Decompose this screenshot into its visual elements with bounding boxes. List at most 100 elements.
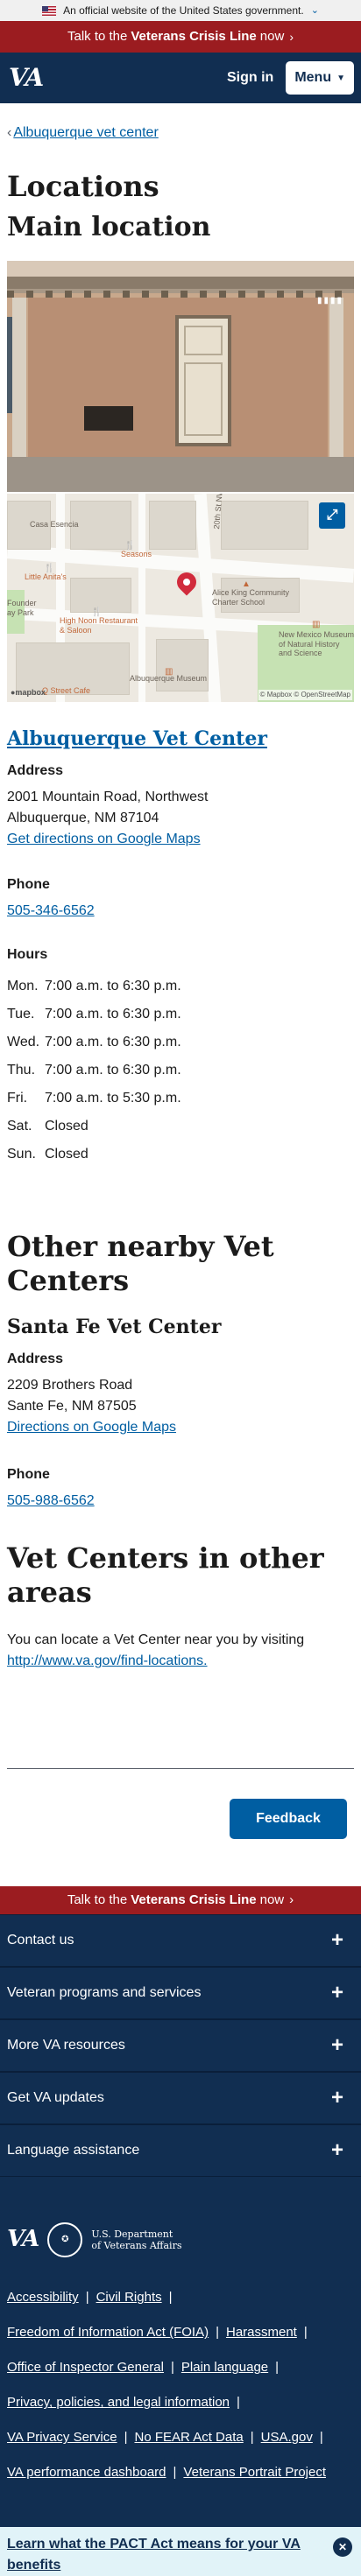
hours-time: Closed bbox=[45, 1147, 88, 1162]
pact-act-banner: Learn what the PACT Act means for your V… bbox=[0, 2526, 361, 2576]
nearby-center-name: Santa Fe Vet Center bbox=[7, 1316, 222, 1339]
civil-rights-link[interactable]: Civil Rights bbox=[96, 2291, 162, 2304]
main-location-heading: Main location bbox=[7, 212, 211, 243]
hours-day: Fri. bbox=[7, 1091, 28, 1106]
menu-button[interactable]: Menu ▼ bbox=[286, 61, 354, 95]
hours-day: Thu. bbox=[7, 1063, 36, 1078]
nearby-directions-link[interactable]: Directions on Google Maps bbox=[7, 1420, 176, 1435]
crisis-pre: Talk to the bbox=[67, 28, 128, 44]
directions-link[interactable]: Get directions on Google Maps bbox=[7, 832, 201, 846]
nearby-address-line1: 2209 Brothers Road bbox=[7, 1378, 133, 1393]
phone-link[interactable]: 505-346-6562 bbox=[7, 903, 95, 918]
plus-icon: + bbox=[330, 2085, 343, 2109]
hours-row: Thu. 7:00 a.m. to 6:30 p.m. bbox=[7, 1056, 354, 1084]
crisis-strong: Veterans Crisis Line bbox=[131, 28, 257, 44]
address-label: Address bbox=[7, 763, 64, 779]
dept-line1: U.S. Department bbox=[91, 2228, 173, 2240]
expand-map-icon[interactable]: ⤢ bbox=[319, 502, 345, 530]
accordion-contact-us[interactable]: Contact us + bbox=[0, 1913, 361, 1967]
hours-row: Wed. 7:00 a.m. to 6:30 p.m. bbox=[7, 1028, 354, 1056]
map-label-school: Alice King Community Charter School bbox=[212, 588, 290, 607]
hours-time: 7:00 a.m. to 6:30 p.m. bbox=[45, 1035, 181, 1050]
hours-row: Fri. 7:00 a.m. to 5:30 p.m. bbox=[7, 1084, 354, 1113]
hours-time: Closed bbox=[45, 1119, 88, 1134]
footer-crisis-strong: Veterans Crisis Line bbox=[131, 1892, 257, 1907]
map-label-cafe: Q Street Cafe bbox=[42, 686, 91, 696]
gov-banner-text: An official website of the United States… bbox=[63, 4, 304, 17]
usa-gov-link[interactable]: USA.gov bbox=[261, 2431, 313, 2444]
museum-icon: ▥ bbox=[312, 620, 321, 630]
hours-row: Tue. 7:00 a.m. to 6:30 p.m. bbox=[7, 1000, 354, 1028]
hours-row: Sun. Closed bbox=[7, 1141, 354, 1169]
portrait-link[interactable]: Veterans Portrait Project bbox=[183, 2466, 326, 2479]
map-label-nm-museum: New Mexico Museum of Natural History and… bbox=[279, 630, 354, 658]
hours-day: Mon. bbox=[7, 979, 39, 994]
footer-va-logo[interactable]: VA bbox=[7, 2222, 39, 2257]
divider bbox=[7, 1767, 354, 1769]
footer-crisis-line[interactable]: Talk to the Veterans Crisis Line now › bbox=[0, 1885, 361, 1914]
nearby-phone-link[interactable]: 505-988-6562 bbox=[7, 1493, 95, 1508]
page-title: Locations bbox=[7, 170, 159, 203]
main-center-details: Albuquerque Vet Center Address 2001 Moun… bbox=[0, 725, 361, 1169]
footer-crisis-pre: Talk to the bbox=[67, 1892, 128, 1907]
accordion-label: Veteran programs and services bbox=[7, 1984, 202, 2000]
other-areas-heading: Vet Centers in other areas bbox=[7, 1541, 324, 1609]
hours-time: 7:00 a.m. to 6:30 p.m. bbox=[45, 1007, 181, 1022]
map-label-seasons: Seasons bbox=[121, 550, 152, 559]
nearby-center-details: Address 2209 Brothers Road Sante Fe, NM … bbox=[0, 1349, 361, 1512]
address-line2: Albuquerque, NM 87104 bbox=[7, 811, 159, 826]
privacy-link[interactable]: Privacy, policies, and legal information bbox=[7, 2396, 230, 2409]
department-name: U.S. Department of Veterans Affairs bbox=[91, 2229, 181, 2251]
feedback-button[interactable]: Feedback bbox=[230, 1798, 347, 1839]
crisis-post: now bbox=[259, 28, 285, 44]
accordion-get-updates[interactable]: Get VA updates + bbox=[0, 2071, 361, 2124]
crisis-line-banner[interactable]: Talk to the Veterans Crisis Line now › bbox=[0, 21, 361, 53]
accordion-label: More VA resources bbox=[7, 2037, 125, 2053]
chevron-down-icon: ▼ bbox=[336, 73, 345, 83]
back-link[interactable]: Albuquerque vet center bbox=[13, 125, 158, 140]
hours-time: 7:00 a.m. to 6:30 p.m. bbox=[45, 979, 181, 994]
pact-act-link[interactable]: Learn what the PACT Act means for your V… bbox=[7, 2537, 301, 2572]
find-locations-link[interactable]: http://www.va.gov/find-locations. bbox=[7, 1653, 208, 1668]
nearby-heading: Other nearby Vet Centers bbox=[7, 1230, 274, 1297]
plain-language-link[interactable]: Plain language bbox=[181, 2361, 268, 2374]
va-privacy-link[interactable]: VA Privacy Service bbox=[7, 2431, 117, 2444]
accessibility-link[interactable]: Accessibility bbox=[7, 2291, 79, 2304]
foia-link[interactable]: Freedom of Information Act (FOIA) bbox=[7, 2326, 209, 2339]
performance-link[interactable]: VA performance dashboard bbox=[7, 2466, 166, 2479]
close-icon[interactable]: ✕ bbox=[333, 2537, 352, 2557]
plus-icon: + bbox=[330, 2032, 343, 2057]
accordion-veteran-programs[interactable]: Veteran programs and services + bbox=[0, 1966, 361, 2019]
map-label-little-anitas: Little Anita's bbox=[25, 572, 67, 582]
center-name: Albuquerque Vet Center bbox=[7, 725, 354, 754]
no-fear-link[interactable]: No FEAR Act Data bbox=[135, 2431, 244, 2444]
va-logo[interactable]: VA bbox=[9, 60, 44, 96]
hours-row: Sat. Closed bbox=[7, 1113, 354, 1141]
chevron-right-icon: › bbox=[289, 1892, 294, 1907]
plus-icon: + bbox=[330, 2137, 343, 2162]
hours-row: Mon. 7:00 a.m. to 6:30 p.m. bbox=[7, 972, 354, 1000]
oig-link[interactable]: Office of Inspector General bbox=[7, 2361, 164, 2374]
map-attribution: © Mapbox © OpenStreetMap bbox=[258, 690, 352, 701]
menu-label: Menu bbox=[294, 70, 332, 85]
hours-time: 7:00 a.m. to 5:30 p.m. bbox=[45, 1091, 181, 1106]
chevron-down-icon[interactable]: ⌄ bbox=[311, 4, 319, 18]
map-pin-icon[interactable] bbox=[173, 568, 201, 596]
accordion-language[interactable]: Language assistance + bbox=[0, 2123, 361, 2177]
nearby-address-label: Address bbox=[7, 1351, 64, 1367]
harassment-link[interactable]: Harassment bbox=[226, 2326, 297, 2339]
gov-banner[interactable]: An official website of the United States… bbox=[0, 0, 361, 21]
accordion-more-resources[interactable]: More VA resources + bbox=[0, 2018, 361, 2072]
sign-in-button[interactable]: Sign in bbox=[227, 67, 273, 88]
center-name-link[interactable]: Albuquerque Vet Center bbox=[7, 727, 267, 750]
hours-time: 7:00 a.m. to 6:30 p.m. bbox=[45, 1063, 181, 1078]
accordion-label: Language assistance bbox=[7, 2142, 140, 2158]
accordion-label: Get VA updates bbox=[7, 2089, 104, 2105]
location-map[interactable]: Casa Esencia 🍴 Seasons 🍴 Little Anita's … bbox=[7, 492, 354, 703]
site-header: VA Sign in Menu ▼ bbox=[0, 53, 361, 103]
mapbox-logo: ●mapbox bbox=[11, 687, 46, 697]
dept-line2: of Veterans Affairs bbox=[91, 2239, 182, 2251]
hours-day: Sat. bbox=[7, 1119, 32, 1134]
map-label-abq-museum: Albuquerque Museum bbox=[130, 674, 208, 684]
hours-label: Hours bbox=[7, 947, 48, 963]
